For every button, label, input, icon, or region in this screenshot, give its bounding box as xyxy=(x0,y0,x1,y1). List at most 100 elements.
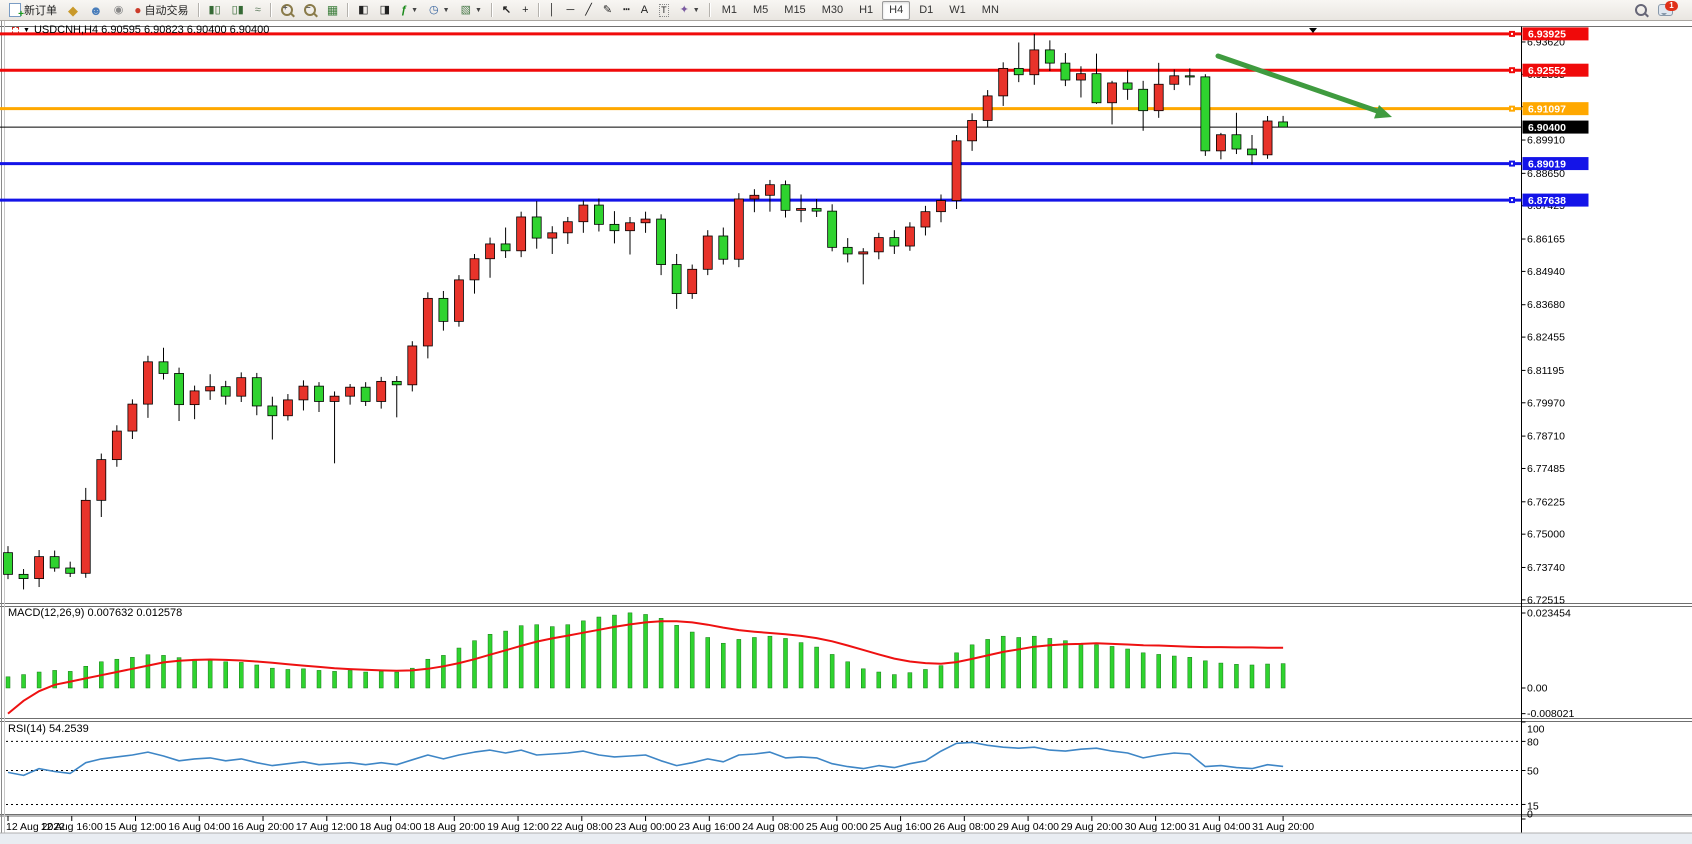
candle xyxy=(81,488,90,578)
chart-frame xyxy=(0,20,1692,844)
fibonacci-button[interactable]: ✎ xyxy=(598,0,617,20)
horizontal-line-icon: ─ xyxy=(566,5,574,16)
chart-window[interactable]: 6.936206.923956.911706.899106.886506.874… xyxy=(0,0,1692,844)
price-tick-label: 6.78710 xyxy=(1527,431,1565,443)
time-axis-label: 12 Aug 16:00 xyxy=(41,821,103,833)
notifications-button[interactable]: 1 xyxy=(1653,0,1678,20)
vertical-line-button[interactable]: │ xyxy=(544,0,561,20)
periods-button[interactable]: ◷▼ xyxy=(424,0,455,20)
chevron-down-icon: ▼ xyxy=(411,7,418,14)
auto-scroll-button[interactable]: ◧ xyxy=(353,0,373,20)
time-axis-label: 31 Aug 20:00 xyxy=(1252,821,1314,833)
rsi-indicator-label: RSI(14) 54.2539 xyxy=(8,723,89,735)
bar-chart-icon: ▮▯ xyxy=(209,5,221,16)
rsi-axis-label: 0 xyxy=(1527,809,1533,821)
signals-button[interactable]: ◉ xyxy=(109,0,129,20)
indicators-button[interactable]: ƒ▼ xyxy=(396,0,423,20)
horizontal-line-button[interactable]: ─ xyxy=(561,0,579,20)
search-icon xyxy=(1635,4,1647,16)
time-axis-label: 23 Aug 00:00 xyxy=(615,821,677,833)
new-order-button[interactable]: 新订单 xyxy=(4,0,62,20)
trendline-button[interactable]: ╱ xyxy=(580,0,597,20)
timeframe-button-W1[interactable]: W1 xyxy=(942,1,973,20)
shapes-icon: ✦ xyxy=(680,5,689,16)
text-icon: A xyxy=(641,5,648,16)
chart-shift-icon: ◨ xyxy=(380,5,390,16)
time-axis-label: 26 Aug 08:00 xyxy=(933,821,995,833)
timeframe-group: M1M5M15M30H1H4D1W1MN xyxy=(715,1,1006,20)
rsi-axis-label: 50 xyxy=(1527,766,1539,778)
timeframe-button-M5[interactable]: M5 xyxy=(746,1,775,20)
macd-axis-label: -0.008021 xyxy=(1527,708,1574,720)
clock-icon: ◷ xyxy=(429,5,439,16)
price-tick-label: 6.81195 xyxy=(1527,365,1564,377)
time-axis-label: 16 Aug 04:00 xyxy=(168,821,230,833)
price-tick-label: 6.76225 xyxy=(1527,496,1565,508)
autotrade-label: 自动交易 xyxy=(145,2,189,18)
chart-title-bar: ▼ USDCNH,H4 6.90595 6.90823 6.90400 6.90… xyxy=(12,24,269,36)
notification-badge: 1 xyxy=(1665,1,1678,11)
market-watch-button[interactable]: ☻ xyxy=(84,0,108,20)
styles-button[interactable]: ◆ xyxy=(63,0,83,20)
channel-button[interactable]: ┅ xyxy=(618,0,635,20)
chart-shift-button[interactable]: ◨ xyxy=(375,0,395,20)
timeframe-button-D1[interactable]: D1 xyxy=(912,1,940,20)
candlestick-chart-button[interactable]: ▯▮ xyxy=(227,0,249,20)
cursor-button[interactable]: ↖ xyxy=(497,0,516,20)
rsi-axis-label: 80 xyxy=(1527,737,1539,749)
candle xyxy=(952,135,961,209)
separator xyxy=(538,3,540,17)
new-order-icon xyxy=(9,3,21,17)
time-axis-label: 30 Aug 12:00 xyxy=(1125,821,1187,833)
price-level-badge: 6.90400 xyxy=(1528,122,1566,134)
price-tick-label: 6.84940 xyxy=(1527,266,1565,278)
templates-button[interactable]: ▧▼ xyxy=(456,0,487,20)
zoom-in-button[interactable]: + xyxy=(276,0,298,20)
timeframe-button-H1[interactable]: H1 xyxy=(852,1,880,20)
tile-windows-icon: ▦ xyxy=(327,5,338,16)
channel-icon: ┅ xyxy=(623,5,630,16)
timeframe-button-M15[interactable]: M15 xyxy=(777,1,812,20)
candle xyxy=(688,265,697,299)
time-axis-label: 18 Aug 20:00 xyxy=(423,821,485,833)
chevron-down-icon: ▼ xyxy=(475,7,482,14)
template-icon: ▧ xyxy=(461,5,471,16)
subwindow-marker-icon[interactable] xyxy=(12,27,19,34)
crosshair-button[interactable]: + xyxy=(517,0,533,20)
chevron-down-icon: ▼ xyxy=(443,7,450,14)
timeframe-button-M1[interactable]: M1 xyxy=(715,1,744,20)
crosshair-icon: + xyxy=(522,5,528,16)
candle xyxy=(734,193,743,267)
price-tick-label: 6.72515 xyxy=(1527,594,1565,606)
price-tick-label: 6.86165 xyxy=(1527,234,1565,246)
candle xyxy=(703,230,712,275)
text-button[interactable]: A xyxy=(636,0,653,20)
expand-arrow-icon[interactable]: ▼ xyxy=(23,27,30,34)
time-axis-label: 24 Aug 08:00 xyxy=(742,821,804,833)
separator xyxy=(270,3,272,17)
candle xyxy=(1263,116,1272,159)
timeframe-button-M30[interactable]: M30 xyxy=(815,1,850,20)
search-button[interactable] xyxy=(1630,0,1652,20)
autotrade-button[interactable]: ● 自动交易 xyxy=(129,0,193,20)
arrows-button[interactable]: ✦▼ xyxy=(675,0,705,20)
indicators-icon: ƒ xyxy=(401,5,407,16)
line-chart-button[interactable]: ≈ xyxy=(250,0,266,20)
timeframe-button-H4[interactable]: H4 xyxy=(882,1,910,20)
time-axis-label: 17 Aug 12:00 xyxy=(296,821,358,833)
zoom-out-button[interactable]: − xyxy=(299,0,321,20)
candlestick-icon: ▯▮ xyxy=(232,5,244,16)
chevron-down-icon: ▼ xyxy=(693,7,700,14)
separator xyxy=(198,3,200,17)
autotrade-icon: ● xyxy=(134,5,141,16)
price-tick-label: 6.83680 xyxy=(1527,299,1565,311)
rsi-axis-label: 100 xyxy=(1527,724,1545,736)
timeframe-button-MN[interactable]: MN xyxy=(975,1,1006,20)
zoom-out-icon: − xyxy=(304,4,316,16)
bar-chart-button[interactable]: ▮▯ xyxy=(204,0,226,20)
person-icon: ☻ xyxy=(89,5,103,16)
text-label-button[interactable]: T xyxy=(654,0,674,20)
tile-windows-button[interactable]: ▦ xyxy=(322,0,343,20)
macd-axis-label: 0.023454 xyxy=(1527,608,1571,620)
time-axis-label: 23 Aug 16:00 xyxy=(678,821,740,833)
